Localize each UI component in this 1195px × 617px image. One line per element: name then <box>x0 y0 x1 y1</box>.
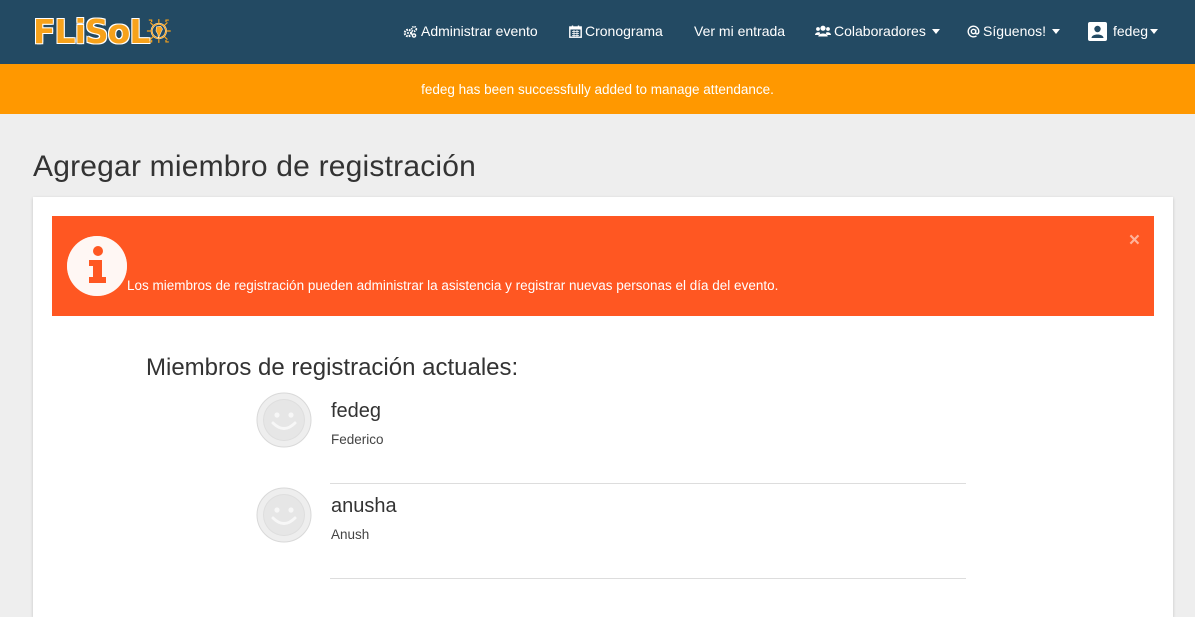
nav-user-menu[interactable]: fedeg <box>1088 0 1159 62</box>
member-username: fedeg <box>331 400 382 422</box>
divider <box>330 578 966 579</box>
cogs-icon <box>403 25 418 38</box>
users-icon <box>815 25 831 37</box>
logo-text: FLiSoL <box>33 11 150 51</box>
nav-schedule[interactable]: Cronograma <box>569 0 663 62</box>
sun-map-icon <box>147 19 172 43</box>
nav-manage-event-label: Administrar evento <box>421 23 538 39</box>
chevron-down-icon <box>1052 28 1061 34</box>
flash-message: fedeg has been successfully added to man… <box>421 81 774 97</box>
info-circle-icon <box>67 236 127 301</box>
avatar-smiley-icon <box>256 392 312 453</box>
nav-schedule-label: Cronograma <box>585 23 663 39</box>
nav-follow-us-dropdown[interactable]: Síguenos! <box>967 0 1061 62</box>
member-list-item: anusha Anush <box>256 487 966 579</box>
account-box-icon <box>1088 21 1107 41</box>
members-section-title: Miembros de registración actuales: <box>146 354 519 381</box>
nav-user-label: fedeg <box>1113 23 1149 39</box>
nav-collaborators-dropdown[interactable]: Colaboradores <box>815 0 940 62</box>
flisol-logo[interactable]: FLiSoL <box>33 2 173 60</box>
alert-message: Los miembros de registración pueden admi… <box>127 278 779 293</box>
close-icon[interactable]: × <box>1129 231 1140 250</box>
calendar-icon <box>569 25 582 38</box>
member-fullname: Anush <box>331 527 370 542</box>
member-list-item: fedeg Federico <box>256 392 966 484</box>
nav-my-ticket[interactable]: Ver mi entrada <box>694 0 785 62</box>
nav-manage-event[interactable]: Administrar evento <box>403 0 538 62</box>
info-alert: Los miembros de registración pueden admi… <box>52 216 1154 316</box>
chevron-down-icon <box>931 28 940 34</box>
nav-collaborators-label: Colaboradores <box>834 23 926 39</box>
success-flash-banner: fedeg has been successfully added to man… <box>0 64 1195 114</box>
member-username: anusha <box>331 495 397 517</box>
member-fullname: Federico <box>331 432 384 447</box>
at-icon <box>967 25 980 38</box>
divider <box>330 483 966 484</box>
chevron-down-icon <box>1150 28 1159 34</box>
nav-my-ticket-label: Ver mi entrada <box>694 23 786 39</box>
avatar-smiley-icon <box>256 487 312 548</box>
content-card: Los miembros de registración pueden admi… <box>33 197 1173 617</box>
top-navbar: FLiSoL Administrar evento Cronograma Ver… <box>0 0 1195 64</box>
page-title: Agregar miembro de registración <box>33 150 477 183</box>
nav-follow-us-label: Síguenos! <box>983 23 1047 39</box>
